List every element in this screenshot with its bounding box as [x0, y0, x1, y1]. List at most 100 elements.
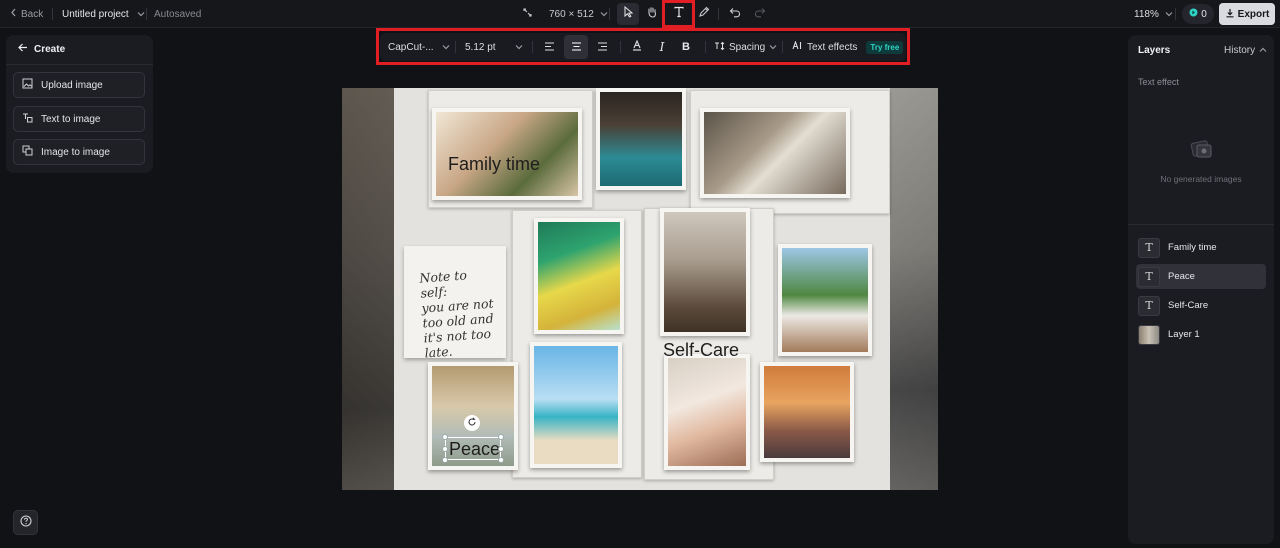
text-self-care[interactable]: Self-Care — [663, 340, 739, 361]
writer-photo[interactable] — [700, 108, 850, 198]
tropical-house-photo[interactable] — [778, 244, 872, 356]
zoom-label: 118% — [1134, 8, 1159, 20]
chevron-left-icon — [10, 8, 17, 20]
undo-icon — [729, 5, 741, 23]
beach-couple-photo[interactable] — [530, 342, 622, 468]
empty-images-icon — [1188, 140, 1214, 165]
hand-tool[interactable] — [641, 3, 663, 25]
undo-button[interactable] — [724, 3, 746, 25]
create-panel: Create Upload image Text to image Image … — [6, 35, 153, 173]
create-header[interactable]: Create — [18, 43, 65, 55]
image-layer-thumbnail — [1138, 324, 1160, 345]
pen-icon — [698, 5, 710, 23]
divider — [718, 8, 719, 20]
resize-icon — [522, 7, 533, 21]
resize-handle[interactable] — [498, 457, 504, 463]
arrow-left-icon — [18, 43, 28, 55]
hand-icon — [646, 5, 658, 23]
pointer-icon — [623, 5, 634, 23]
layer-name: Family time — [1168, 242, 1217, 253]
redo-button[interactable] — [749, 3, 771, 25]
sunset-couple-photo[interactable] — [760, 362, 854, 462]
divider — [1128, 224, 1274, 225]
layer-family-time[interactable]: T Family time — [1136, 235, 1266, 260]
pointer-tool[interactable] — [617, 3, 639, 25]
background-window-image — [890, 88, 938, 490]
canvas-size-label: 760 × 512 — [549, 8, 594, 20]
chevron-down-icon — [600, 9, 608, 20]
help-button[interactable] — [13, 510, 38, 535]
format-toolbar-highlight — [376, 28, 910, 65]
image-to-image-icon — [22, 145, 33, 159]
layer-self-care[interactable]: T Self-Care — [1136, 293, 1266, 318]
resize-handle[interactable] — [442, 434, 448, 440]
background-shelf-image — [342, 88, 394, 490]
credits-badge[interactable]: 0 — [1182, 4, 1214, 24]
face-mask-photo[interactable] — [664, 354, 750, 470]
selection-box[interactable] — [442, 434, 504, 463]
pen-tool[interactable] — [693, 3, 715, 25]
layers-panel: Layers History Text effect No generated … — [1128, 35, 1274, 544]
text-layer-icon: T — [1138, 237, 1160, 258]
dogs-photo[interactable] — [660, 208, 750, 336]
download-icon — [1225, 8, 1235, 21]
image-to-image-label: Image to image — [41, 146, 110, 158]
divider — [6, 64, 153, 65]
autosave-status: Autosaved — [154, 8, 202, 20]
note-text: Note to self: you are not too old and it… — [418, 267, 495, 361]
help-icon — [19, 514, 32, 532]
empty-label: No generated images — [1160, 174, 1242, 184]
text-to-image-label: Text to image — [41, 113, 101, 125]
resize-handle[interactable] — [498, 446, 504, 452]
credit-icon — [1189, 8, 1198, 20]
note-card[interactable]: Note to self: you are not too old and it… — [404, 246, 506, 361]
credits-count: 0 — [1201, 8, 1207, 20]
tab-history[interactable]: History — [1224, 45, 1267, 56]
text-family-time[interactable]: Family time — [448, 154, 540, 175]
text-to-image-icon — [22, 112, 33, 126]
layer-image[interactable]: Layer 1 — [1136, 322, 1266, 347]
resize-handle[interactable] — [442, 446, 448, 452]
canvas-size-selector[interactable]: 760 × 512 — [522, 0, 608, 28]
design-canvas[interactable]: Note to self: you are not too old and it… — [342, 88, 938, 490]
divider — [1175, 8, 1176, 20]
empty-state: No generated images — [1128, 139, 1274, 184]
image-to-image-button[interactable]: Image to image — [13, 139, 145, 165]
layer-name: Self-Care — [1168, 300, 1209, 311]
text-effect-title: Text effect — [1138, 77, 1179, 87]
upload-image-label: Upload image — [41, 79, 103, 91]
divider — [52, 8, 53, 20]
back-button[interactable]: Back — [10, 0, 43, 28]
tab-history-label: History — [1224, 45, 1256, 56]
create-title: Create — [34, 43, 66, 55]
project-name[interactable]: Untitled project — [62, 0, 145, 28]
zoom-level[interactable]: 118% — [1134, 0, 1173, 28]
cave-pool-photo[interactable] — [596, 88, 686, 190]
layer-name: Layer 1 — [1168, 329, 1200, 340]
chevron-down-icon[interactable] — [137, 9, 145, 20]
top-bar: Back Untitled project Autosaved 760 × 51… — [0, 0, 1280, 28]
text-layer-icon: T — [1138, 295, 1160, 316]
layer-peace[interactable]: T Peace — [1136, 264, 1266, 289]
resize-handle[interactable] — [442, 457, 448, 463]
lemon-photo[interactable] — [534, 218, 624, 334]
text-layer-icon: T — [1138, 266, 1160, 287]
chevron-down-icon — [1165, 9, 1173, 20]
chevron-up-icon — [1259, 45, 1267, 56]
tab-layers[interactable]: Layers — [1138, 45, 1170, 56]
divider — [609, 8, 610, 20]
text-to-image-button[interactable]: Text to image — [13, 106, 145, 132]
divider — [146, 8, 147, 20]
project-name-label: Untitled project — [62, 8, 129, 20]
upload-image-button[interactable]: Upload image — [13, 72, 145, 98]
rotate-icon — [467, 414, 477, 432]
back-label: Back — [21, 8, 44, 20]
layer-name: Peace — [1168, 271, 1195, 282]
redo-icon — [754, 5, 766, 23]
export-button[interactable]: Export — [1219, 3, 1275, 25]
upload-image-icon — [22, 78, 33, 92]
resize-handle[interactable] — [498, 434, 504, 440]
export-label: Export — [1237, 8, 1270, 20]
rotate-handle[interactable] — [464, 415, 480, 431]
text-tool-highlight — [662, 0, 695, 28]
